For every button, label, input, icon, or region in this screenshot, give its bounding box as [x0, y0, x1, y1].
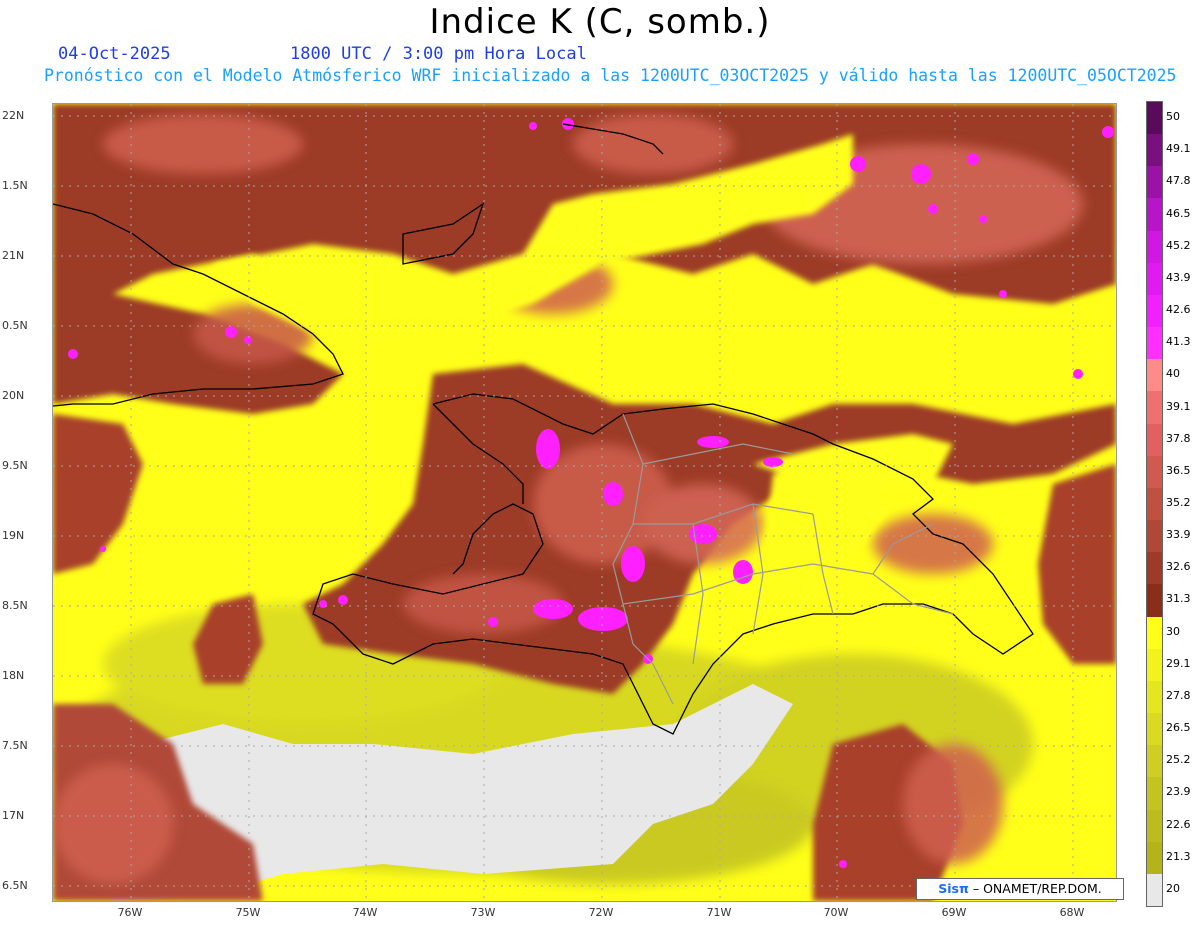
colorbar-segment: [1147, 841, 1162, 875]
colorbar-segment: [1147, 552, 1162, 585]
lat-label: 8.5N: [2, 599, 28, 612]
lat-label: 18N: [2, 669, 25, 682]
credit-box: Sisπ – ONAMET/REP.DOM.: [916, 878, 1124, 900]
colorbar-segment: [1147, 487, 1162, 521]
colorbar: [1146, 101, 1163, 907]
colorbar-tick-label: 49.1: [1166, 142, 1191, 156]
colorbar-tick-label: 29.1: [1166, 656, 1191, 670]
colorbar-segment: [1147, 713, 1162, 746]
lon-label: 69W: [941, 906, 967, 919]
colorbar-tick-label: 27.8: [1166, 688, 1191, 702]
sispi-logo: Sisπ: [938, 881, 969, 896]
colorbar-tick-label: 33.9: [1166, 528, 1191, 542]
colorbar-segment: [1147, 102, 1162, 135]
colorbar-segment: [1147, 809, 1162, 843]
colorbar-tick-label: 50: [1166, 110, 1180, 124]
lat-label: 19N: [2, 529, 25, 542]
colorbar-segment: [1147, 134, 1162, 167]
colorbar-tick-label: 22.6: [1166, 817, 1191, 831]
colorbar-segment: [1147, 327, 1162, 360]
colorbar-tick-label: 36.5: [1166, 463, 1191, 477]
colorbar-tick-label: 43.9: [1166, 270, 1191, 284]
credit-text: – ONAMET/REP.DOM.: [972, 881, 1102, 896]
colorbar-tick-label: 42.6: [1166, 303, 1191, 317]
map-title: Indice K (C, somb.): [429, 2, 771, 42]
colorbar-segment: [1147, 584, 1162, 618]
colorbar-tick-label: 32.6: [1166, 560, 1191, 574]
colorbar-segment: [1147, 230, 1162, 264]
colorbar-tick-label: 26.5: [1166, 721, 1191, 735]
colorbar-tick-label: 31.3: [1166, 592, 1191, 606]
lon-label: 72W: [588, 906, 614, 919]
colorbar-tick-label: 37.8: [1166, 431, 1191, 445]
colorbar-tick-label: 20: [1166, 881, 1180, 895]
colorbar-tick-label: 45.2: [1166, 238, 1191, 252]
lon-label: 75W: [235, 906, 261, 919]
forecast-date: 04-Oct-2025: [58, 44, 171, 64]
lon-label: 71W: [706, 906, 732, 919]
lat-label: 9.5N: [2, 459, 28, 472]
colorbar-segment: [1147, 166, 1162, 199]
lon-label: 73W: [470, 906, 496, 919]
lat-label: 1.5N: [2, 179, 28, 192]
colorbar-segment: [1147, 359, 1162, 392]
colorbar-tick-label: 47.8: [1166, 174, 1191, 188]
lon-label: 68W: [1059, 906, 1085, 919]
colorbar-segment: [1147, 745, 1162, 778]
lat-label: 6.5N: [2, 879, 28, 892]
lat-label: 17N: [2, 809, 25, 822]
colorbar-tick-label: 23.9: [1166, 785, 1191, 799]
k-index-field: [53, 104, 1116, 901]
lat-label: 22N: [2, 109, 25, 122]
lat-label: 7.5N: [2, 739, 28, 752]
lat-label: 20N: [2, 389, 25, 402]
lon-label: 70W: [823, 906, 849, 919]
colorbar-tick-label: 30: [1166, 624, 1180, 638]
forecast-time: 1800 UTC / 3:00 pm Hora Local: [290, 44, 587, 64]
colorbar-segment: [1147, 423, 1162, 457]
colorbar-tick-label: 41.3: [1166, 335, 1191, 349]
lat-label: 0.5N: [2, 319, 28, 332]
lon-label: 74W: [352, 906, 378, 919]
colorbar-segment: [1147, 873, 1162, 907]
map-area: [52, 103, 1117, 902]
colorbar-tick-label: 21.3: [1166, 849, 1191, 863]
colorbar-segment: [1147, 616, 1162, 650]
colorbar-segment: [1147, 198, 1162, 232]
colorbar-tick-label: 46.5: [1166, 206, 1191, 220]
colorbar-tick-label: 35.2: [1166, 496, 1191, 509]
colorbar-segment: [1147, 455, 1162, 489]
colorbar-segment: [1147, 648, 1162, 682]
colorbar-segment: [1147, 294, 1162, 328]
colorbar-segment: [1147, 520, 1162, 553]
colorbar-segment: [1147, 680, 1162, 714]
colorbar-segment: [1147, 262, 1162, 296]
colorbar-tick-label: 39.1: [1166, 399, 1191, 413]
colorbar-tick-label: 40: [1166, 367, 1180, 381]
colorbar-segment: [1147, 391, 1162, 425]
colorbar-tick-label: 25.2: [1166, 753, 1191, 767]
lat-label: 21N: [2, 249, 25, 262]
colorbar-segment: [1147, 777, 1162, 811]
model-description: Pronóstico con el Modelo Atmósferico WRF…: [44, 66, 1177, 85]
lon-label: 76W: [117, 906, 143, 919]
